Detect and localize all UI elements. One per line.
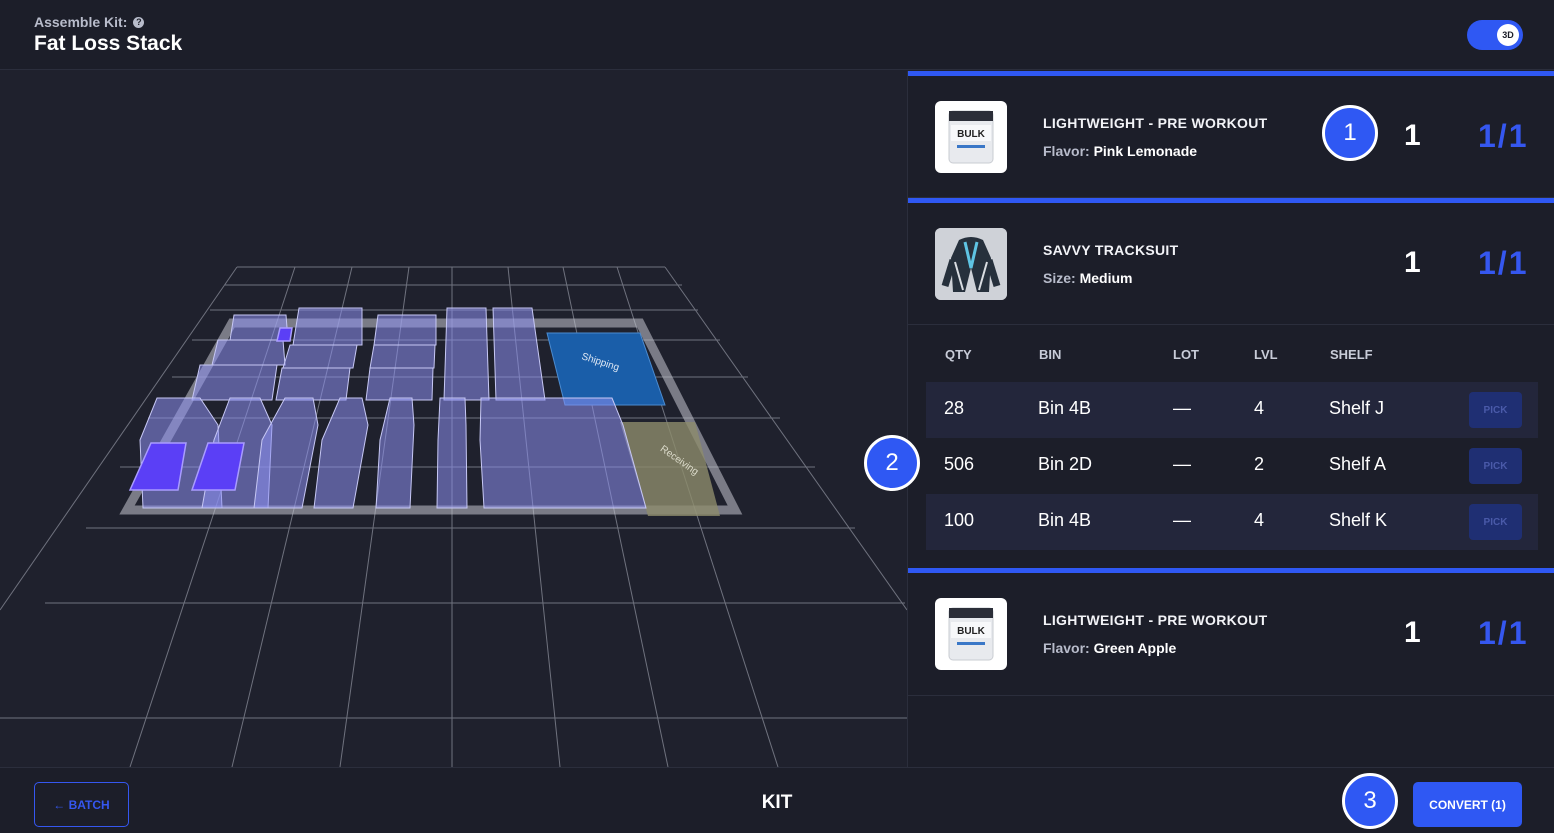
cell-lvl: 4 <box>1254 398 1265 418</box>
3d-toggle-knob: 3D <box>1497 24 1519 46</box>
kit-item[interactable]: SAVVY TRACKSUIT Size: Medium 1 1/1 <box>908 198 1554 325</box>
cell-lvl: 2 <box>1254 454 1265 474</box>
item-name: LIGHTWEIGHT - PRE WORKOUT <box>1043 115 1268 131</box>
supplement-jar-icon: BULK <box>948 110 994 164</box>
item-progress: 1/1 <box>1478 245 1529 281</box>
cell-bin: Bin 4B <box>1038 510 1092 530</box>
table-row: 506 Bin 2D — 2 Shelf A PICK <box>926 438 1538 494</box>
kit-item[interactable]: BULK LIGHTWEIGHT - PRE WORKOUT Flavor: G… <box>908 568 1554 696</box>
kit-items-panel: BULK LIGHTWEIGHT - PRE WORKOUT Flavor: P… <box>907 71 1554 767</box>
pick-button[interactable]: PICK <box>1469 448 1522 484</box>
cell-lvl: 4 <box>1254 510 1265 530</box>
callout-marker: 2 <box>864 435 920 491</box>
footer-bar: ← BATCH KIT CONVERT (1) <box>0 767 1554 833</box>
help-icon[interactable]: ? <box>133 16 145 28</box>
svg-text:BULK: BULK <box>957 129 986 140</box>
callout-marker: 1 <box>1322 105 1378 161</box>
col-header-lvl: LVL <box>1254 347 1278 362</box>
convert-button[interactable]: CONVERT (1) <box>1413 782 1522 827</box>
pick-button[interactable]: PICK <box>1469 504 1522 540</box>
col-header-bin: BIN <box>1039 347 1062 362</box>
divider <box>908 324 1554 325</box>
product-thumbnail <box>935 228 1007 300</box>
item-qty: 1 <box>1404 119 1421 152</box>
kit-item[interactable]: BULK LIGHTWEIGHT - PRE WORKOUT Flavor: P… <box>908 71 1554 198</box>
cell-lot: — <box>1173 454 1191 474</box>
top-header: Assemble Kit: ? Fat Loss Stack 3D <box>0 0 1554 70</box>
cell-qty: 100 <box>944 510 975 530</box>
warehouse-3d-view[interactable]: Receiving Shipping <box>0 71 907 767</box>
col-header-shelf: SHELF <box>1330 347 1373 362</box>
col-header-qty: QTY <box>945 347 972 362</box>
svg-text:BULK: BULK <box>957 626 986 637</box>
item-qty: 1 <box>1404 616 1421 649</box>
cell-shelf: Shelf J <box>1329 398 1385 418</box>
cell-bin: Bin 4B <box>1038 398 1092 418</box>
tracksuit-icon <box>935 228 1007 300</box>
item-attribute: Flavor: Green Apple <box>1043 640 1177 656</box>
cell-shelf: Shelf K <box>1329 510 1388 530</box>
cell-shelf: Shelf A <box>1329 454 1387 474</box>
item-qty: 1 <box>1404 246 1421 279</box>
cell-lot: — <box>1173 510 1191 530</box>
warehouse-scene: Receiving Shipping <box>0 266 907 767</box>
item-attribute: Size: Medium <box>1043 270 1133 286</box>
cell-bin: Bin 2D <box>1038 454 1093 474</box>
cell-qty: 28 <box>944 398 965 418</box>
product-thumbnail: BULK <box>935 598 1007 670</box>
product-thumbnail: BULK <box>935 101 1007 173</box>
item-progress: 1/1 <box>1478 118 1529 154</box>
item-name: LIGHTWEIGHT - PRE WORKOUT <box>1043 612 1268 628</box>
footer-title: KIT <box>761 792 793 813</box>
cell-qty: 506 <box>944 454 975 474</box>
kit-subtitle-label: Assemble Kit: <box>34 14 128 30</box>
supplement-jar-icon: BULK <box>948 607 994 661</box>
col-header-lot: LOT <box>1173 347 1199 362</box>
table-row: 28 Bin 4B — 4 Shelf J PICK <box>926 382 1538 438</box>
pick-button[interactable]: PICK <box>1469 392 1522 428</box>
3d-toggle[interactable]: 3D <box>1467 20 1523 50</box>
callout-marker: 3 <box>1342 773 1398 829</box>
item-name: SAVVY TRACKSUIT <box>1043 242 1179 258</box>
table-row: 100 Bin 4B — 4 Shelf K PICK <box>926 494 1538 550</box>
kit-subtitle: Assemble Kit: ? <box>34 14 145 30</box>
page-title: Fat Loss Stack <box>34 32 183 55</box>
cell-lot: — <box>1173 398 1191 418</box>
item-progress: 1/1 <box>1478 615 1529 651</box>
item-attribute: Flavor: Pink Lemonade <box>1043 143 1198 159</box>
